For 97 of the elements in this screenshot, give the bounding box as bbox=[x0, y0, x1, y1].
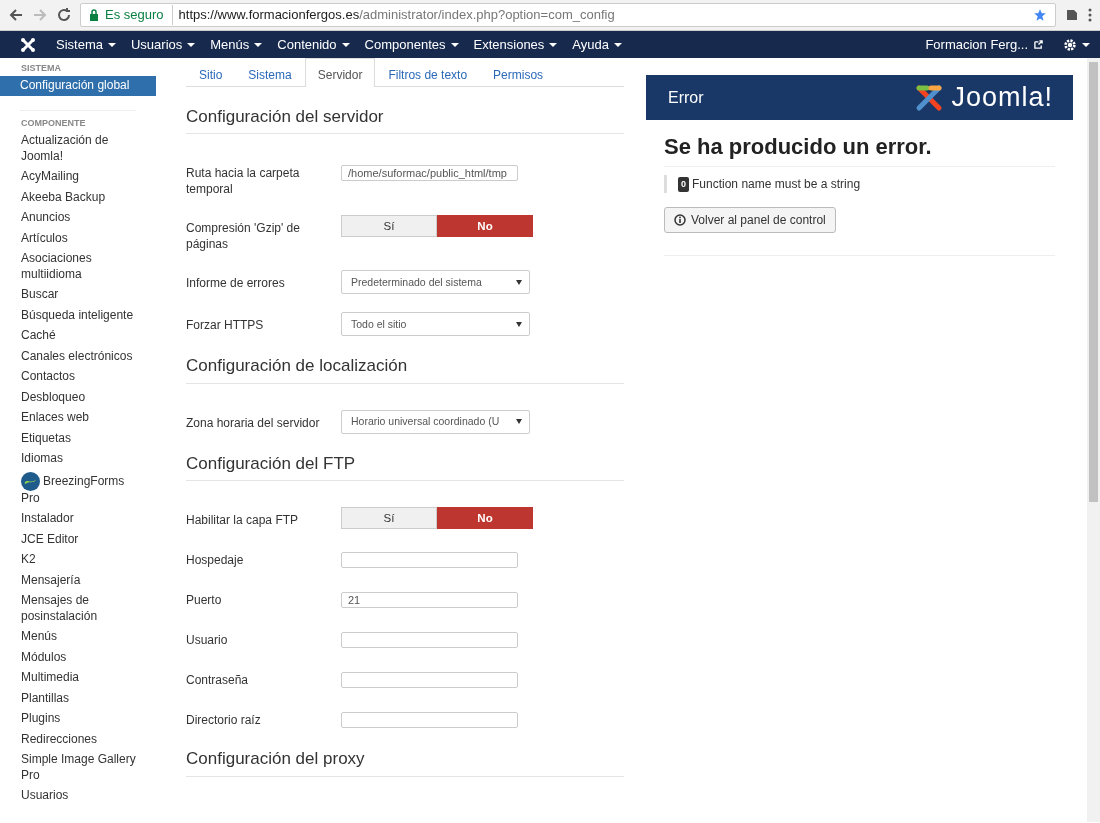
error-heading: Se ha producido un error. bbox=[664, 134, 1055, 168]
menu-item[interactable]: Ayuda bbox=[566, 34, 628, 55]
field-label: Hospedaje bbox=[186, 552, 245, 569]
reload-icon[interactable] bbox=[56, 7, 72, 23]
sidebar-item[interactable]: Simple Image Gallery Pro bbox=[0, 749, 156, 786]
error-message: Function name must be a string bbox=[692, 176, 861, 194]
text-field[interactable]: 21 bbox=[341, 592, 518, 609]
sidebar-item[interactable]: Akeeba Backup bbox=[0, 187, 156, 208]
sidebar-item[interactable]: Anuncios bbox=[0, 207, 156, 228]
menu-item[interactable]: Componentes bbox=[358, 34, 465, 55]
text-field[interactable] bbox=[341, 552, 518, 569]
dropdown-caret-icon bbox=[516, 279, 522, 285]
tab[interactable]: Filtros de texto bbox=[375, 58, 481, 86]
settings-icon bbox=[1063, 37, 1077, 52]
star-icon[interactable] bbox=[1033, 8, 1047, 22]
sidebar-item[interactable]: Menús bbox=[0, 626, 156, 647]
error-code: 0 bbox=[678, 176, 689, 193]
field-label: Usuario bbox=[186, 632, 229, 649]
sidebar-item[interactable]: Canales electrónicos bbox=[0, 346, 156, 367]
sidebar-item[interactable]: BreezingForms Pro bbox=[0, 469, 156, 509]
sidebar-item[interactable]: JCE Editor bbox=[0, 529, 156, 550]
error-title: Error bbox=[668, 87, 704, 108]
menu-item[interactable]: Menús bbox=[204, 34, 269, 55]
sidebar-item[interactable]: Mensajería bbox=[0, 570, 156, 591]
field-label: Habilitar la capa FTP bbox=[186, 512, 300, 529]
sidebar-item[interactable]: Plugins bbox=[0, 708, 156, 729]
sidebar-heading: COMPONENTE bbox=[20, 110, 136, 131]
select-field[interactable]: Horario universal coordinado (U bbox=[341, 409, 530, 434]
field-label: Directorio raíz bbox=[186, 712, 262, 729]
tab[interactable]: Permisos bbox=[480, 58, 557, 86]
menu-item[interactable]: Sistema bbox=[50, 34, 122, 55]
select-field[interactable]: Predeterminado del sistema bbox=[341, 270, 530, 295]
field-label: Puerto bbox=[186, 592, 223, 609]
section-heading: Configuración del FTP bbox=[186, 453, 624, 482]
sidebar-item[interactable]: Redirecciones bbox=[0, 729, 156, 750]
dropdown-caret-icon bbox=[516, 321, 522, 327]
external-link-icon bbox=[1034, 40, 1043, 49]
text-field[interactable] bbox=[341, 672, 518, 689]
field-label: Zona horaria del servidor bbox=[186, 414, 321, 431]
menu-icon[interactable] bbox=[1088, 8, 1092, 22]
sidebar-item[interactable]: Artículos bbox=[0, 228, 156, 249]
field-label: Contraseña bbox=[186, 672, 250, 689]
sidebar-item[interactable]: Búsqueda inteligente bbox=[0, 305, 156, 326]
toggle-option[interactable]: No bbox=[437, 507, 533, 530]
menu-item[interactable]: Contenido bbox=[271, 34, 356, 55]
text-field[interactable]: /home/suformac/public_html/tmp bbox=[341, 165, 518, 182]
back-icon[interactable] bbox=[8, 7, 24, 23]
secure-label: Es seguro bbox=[105, 5, 173, 25]
url-text: https://www.formacionfergos.es/administrator/index.php?option=com_config bbox=[178, 6, 615, 25]
address-bar[interactable]: Es seguro https://www.formacionfergos.es/administrator/index.php?option=com_config bbox=[80, 3, 1056, 27]
menu-item[interactable]: Extensiones bbox=[467, 34, 564, 55]
field-label: Informe de errores bbox=[186, 275, 286, 292]
info-icon bbox=[674, 214, 686, 227]
logo-text: Joomla! bbox=[951, 81, 1053, 115]
sidebar-item[interactable]: AcyMailing bbox=[0, 166, 156, 187]
site-link[interactable]: Formacion Ferg... bbox=[919, 34, 1034, 55]
tab[interactable]: Sitio bbox=[186, 58, 236, 86]
sidebar-item[interactable]: Etiquetas bbox=[0, 428, 156, 449]
sidebar-item[interactable]: Caché bbox=[0, 325, 156, 346]
sidebar-item[interactable]: Mensajes de posinstalación bbox=[0, 590, 156, 627]
settings-dropdown[interactable] bbox=[1063, 37, 1090, 52]
tab[interactable]: Servidor bbox=[304, 58, 376, 87]
back-button[interactable]: Volver al panel de control bbox=[664, 207, 836, 234]
sidebar-item[interactable]: Actualización de Joomla! bbox=[0, 130, 156, 167]
toggle-option[interactable]: Sí bbox=[341, 507, 437, 530]
sidebar-item[interactable]: Idiomas bbox=[0, 448, 156, 469]
sidebar-item[interactable]: Buscar bbox=[0, 284, 156, 305]
menu-item[interactable]: Usuarios bbox=[124, 34, 202, 55]
toggle-option[interactable]: No bbox=[437, 215, 533, 238]
field-label: Compresión 'Gzip' de páginas bbox=[186, 220, 301, 253]
sidebar-item[interactable]: Desbloqueo bbox=[0, 387, 156, 408]
toggle-option[interactable]: Sí bbox=[341, 215, 437, 238]
dropdown-caret-icon bbox=[516, 419, 522, 425]
sidebar-item[interactable]: Asociaciones multiidioma bbox=[0, 248, 156, 285]
extension-icon[interactable] bbox=[1064, 7, 1080, 23]
field-label: Forzar HTTPS bbox=[186, 317, 265, 334]
sidebar-item[interactable]: Instalador bbox=[0, 508, 156, 529]
sidebar-item[interactable]: Usuarios bbox=[0, 785, 156, 806]
sidebar-item[interactable]: Multimedia bbox=[0, 667, 156, 688]
section-heading: Configuración del servidor bbox=[186, 107, 624, 135]
sidebar-heading: SISTEMA bbox=[20, 62, 62, 75]
text-field[interactable] bbox=[341, 632, 518, 649]
sidebar-item[interactable]: Plantillas bbox=[0, 688, 156, 709]
text-field[interactable] bbox=[341, 712, 518, 729]
sidebar-item[interactable]: K2 bbox=[0, 549, 156, 570]
scrollbar-thumb[interactable] bbox=[1089, 62, 1098, 502]
tab[interactable]: Sistema bbox=[235, 58, 305, 86]
sidebar-item[interactable]: Módulos bbox=[0, 647, 156, 668]
sidebar-item[interactable]: Enlaces web bbox=[0, 407, 156, 428]
sidebar-item[interactable]: Contactos bbox=[0, 366, 156, 387]
section-heading: Configuración de localización bbox=[186, 356, 624, 384]
sidebar-item[interactable]: Configuración global bbox=[0, 75, 156, 96]
select-field[interactable]: Todo el sitio bbox=[341, 312, 530, 337]
field-label: Ruta hacia la carpeta temporal bbox=[186, 165, 301, 198]
section-heading: Configuración del proxy bbox=[186, 749, 624, 777]
lock-icon bbox=[89, 9, 99, 21]
leaf-logo-icon bbox=[21, 471, 40, 491]
